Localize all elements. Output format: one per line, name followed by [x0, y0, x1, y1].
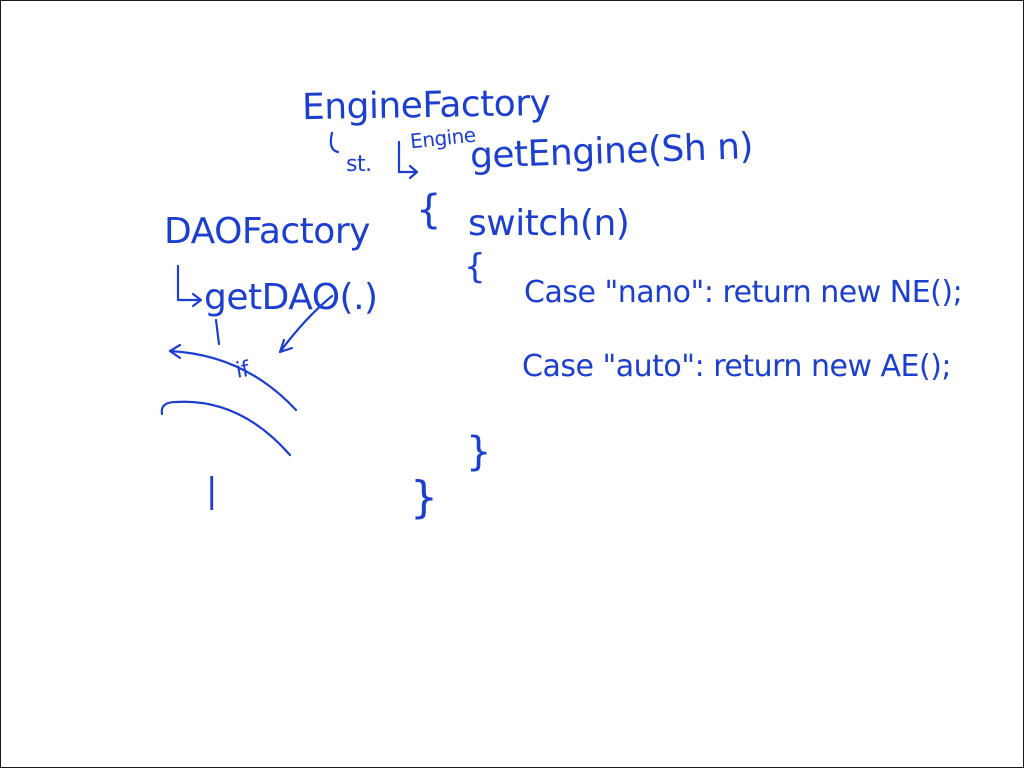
case-auto-line: Case "auto": return new AE(); [522, 349, 952, 384]
engine-return-type: Engine [408, 122, 477, 154]
engine-factory-hook [329, 131, 340, 154]
get-dao-tick [214, 318, 221, 346]
dao-factory-title: DAOFactory [164, 211, 370, 252]
method-open-brace: { [416, 187, 441, 233]
method-close-brace: } [410, 472, 438, 523]
switch-open-brace: { [464, 247, 486, 287]
case-nano-line: Case "nano": return new NE(); [524, 275, 963, 310]
get-engine-signature: getEngine(Sh n) [469, 126, 754, 177]
get-dao-signature: getDAO(.) [204, 277, 378, 318]
switch-close-brace: } [466, 429, 491, 475]
pipe-mark: | [206, 471, 217, 511]
engine-factory-title: EngineFactory [301, 82, 551, 129]
switch-statement: switch(n) [468, 203, 630, 244]
dao-method-arrow [176, 264, 203, 308]
branch-curve-2 [160, 400, 292, 457]
static-label: st. [346, 152, 372, 177]
